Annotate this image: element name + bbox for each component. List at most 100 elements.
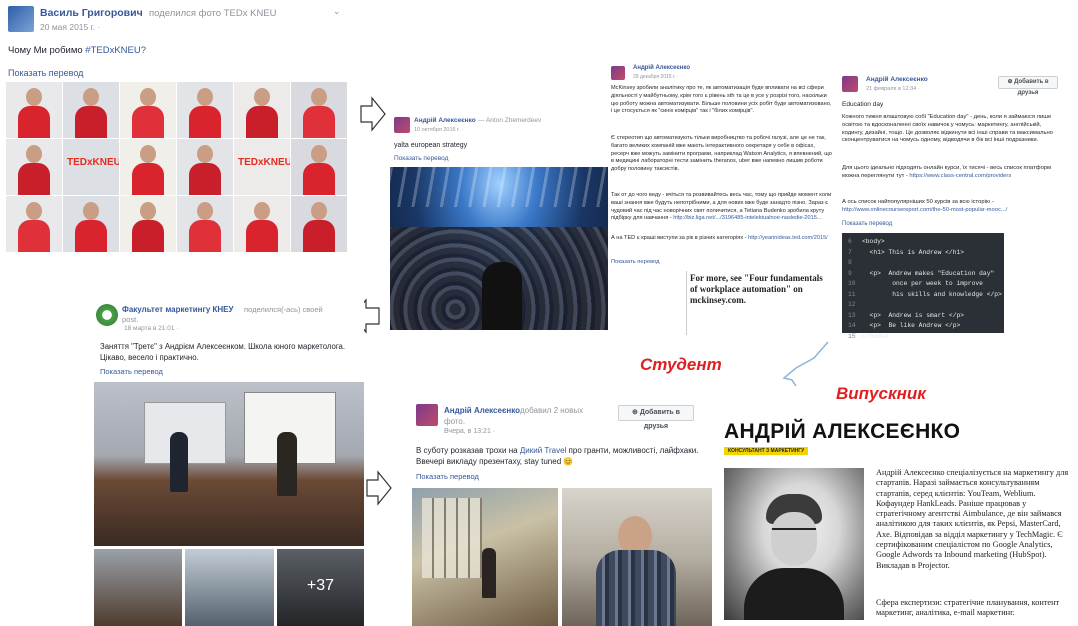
post-author[interactable]: Андрій Алексеєнко <box>633 65 690 71</box>
photo-tile[interactable] <box>177 196 233 252</box>
label-student: Студент <box>640 355 722 374</box>
code-image[interactable]: 6 <body> 7 <h1> This is Andrew </h1> 8 9 <p>… <box>842 233 1004 338</box>
photo-grid: TEDxKNEU TEDxKNEU <box>6 82 347 252</box>
photo-tile[interactable] <box>234 82 290 138</box>
avatar[interactable] <box>8 6 34 32</box>
label-graduate: Випускник <box>836 384 926 403</box>
person-body <box>132 220 164 252</box>
person-head <box>140 145 156 163</box>
post-link[interactable]: http://biz.liga.net/.../3196485-intelekt… <box>673 215 821 221</box>
translate-link[interactable]: Показать перевод <box>100 367 163 376</box>
add-friend-button[interactable]: ⊕ Добавить в друзья <box>618 405 694 430</box>
person-head <box>197 202 213 220</box>
post-text: Заняття "Третє" з Андрієм Алексеєнком. Ш… <box>100 342 346 362</box>
avatar[interactable] <box>611 66 625 80</box>
post-date[interactable]: 10 октября 2015 г. · <box>414 127 463 133</box>
person-body <box>303 163 335 195</box>
post-paragraph-3: Так от до чого веду - вчіться та розвива… <box>611 192 833 223</box>
code-line-text: his skills and knowledge </p> <box>862 290 1002 298</box>
code-line-text: <h1> This is Andrew </h1> <box>862 248 965 256</box>
mention-link[interactable]: Дикий Travel <box>520 446 566 455</box>
person-body <box>246 106 278 138</box>
code-line-number: 11 <box>848 290 856 298</box>
more-photos-count[interactable]: +37 <box>277 577 364 595</box>
photo-tile[interactable] <box>291 196 347 252</box>
post-author[interactable]: Андрій Алексеєнко <box>866 76 928 83</box>
post-title: Education day <box>842 101 884 108</box>
code-line-text: <body> <box>862 238 885 245</box>
post-link[interactable]: https://www.class-central.com/providers <box>909 173 1011 179</box>
classroom-photo-2[interactable] <box>94 549 182 626</box>
code-line: 15 </body> <box>848 332 1000 339</box>
person-head <box>140 88 156 106</box>
translate-link[interactable]: Показать перевод <box>8 68 83 78</box>
photo-tile[interactable] <box>6 139 62 195</box>
photo-presenter-2 <box>277 432 297 496</box>
photo-tile[interactable]: TEDxKNEU <box>234 139 290 195</box>
photo-tile[interactable] <box>234 196 290 252</box>
post-action[interactable]: — Anton Zhemerdeev <box>478 117 541 124</box>
photo-tile[interactable] <box>291 82 347 138</box>
person-body <box>18 163 50 195</box>
person-head <box>26 145 42 163</box>
avatar[interactable] <box>842 76 858 92</box>
post-author[interactable]: Андрій Алексеєнко <box>414 117 476 124</box>
post-date[interactable]: 18 марта в 21:01 · <box>124 325 178 332</box>
code-line-number: 10 <box>848 280 856 287</box>
photo-tile[interactable] <box>120 196 176 252</box>
photo-tile[interactable]: TEDxKNEU <box>63 139 119 195</box>
post-author[interactable]: Андрій Алексеєнко <box>444 406 520 415</box>
photo-tile[interactable] <box>6 82 62 138</box>
chevron-down-icon[interactable]: ⌄ <box>333 6 341 17</box>
photo-tile[interactable] <box>6 196 62 252</box>
talk-photo-1[interactable] <box>412 488 558 626</box>
avatar[interactable] <box>394 117 410 133</box>
translate-link[interactable]: Показать перевод <box>394 155 448 162</box>
classroom-photo-3[interactable] <box>185 549 274 626</box>
person-head <box>83 202 99 220</box>
post-paragraph-4: А на TED є краші виступи за рік в різних… <box>611 235 833 243</box>
photo-tile[interactable] <box>120 82 176 138</box>
person-body <box>303 220 335 252</box>
post-paragraph-3: А ось список найпопулярніших 50 курсів з… <box>842 199 1057 215</box>
classroom-photo-4[interactable]: +37 <box>277 549 364 626</box>
post-date[interactable]: 21 февраля в 12:34 · <box>866 86 920 92</box>
post-date[interactable]: Вчера, в 13:21 · <box>444 428 495 435</box>
post-author[interactable]: Василь Григорович <box>40 7 143 19</box>
arrow-right-icon <box>366 470 392 506</box>
post-date[interactable]: 29 декабря 2015 г. · <box>633 74 679 80</box>
photo-presenter-1 <box>170 432 188 492</box>
translate-link[interactable]: Показать перевод <box>842 221 892 227</box>
photo-tile[interactable] <box>120 139 176 195</box>
translate-link[interactable]: Показать перевод <box>416 472 479 481</box>
person-head <box>83 88 99 106</box>
post-paragraph-1: McKinsey зробили аналітику про те, як ав… <box>611 85 832 115</box>
person-head <box>197 145 213 163</box>
code-line-number: 6 <box>848 238 852 245</box>
photo-window-light <box>422 498 482 578</box>
hashtag-link[interactable]: #TEDxKNEU? <box>85 45 146 56</box>
classroom-photo-main[interactable] <box>94 382 364 546</box>
photo-tile[interactable] <box>63 82 119 138</box>
event-crowd-photo[interactable] <box>390 167 608 330</box>
person-head <box>26 202 42 220</box>
post-link[interactable]: http://www.onlinecoursereport.com/the-50… <box>842 207 1007 213</box>
photo-tile[interactable] <box>177 82 233 138</box>
photo-tile[interactable] <box>291 139 347 195</box>
code-line: 14 <p> Be like Andrew </p> <box>848 321 1000 332</box>
code-line: 12 <box>848 300 1000 311</box>
article-preview[interactable]: For more, see "Four fundamentals of work… <box>686 271 836 335</box>
post-link[interactable]: http://yearinideas.ted.com/2015/ <box>748 235 828 241</box>
translate-link[interactable]: Показать перевод <box>611 259 660 265</box>
profile-name: АНДРІЙ АЛЕКСЕЄНКО <box>724 420 961 443</box>
photo-tile[interactable] <box>63 196 119 252</box>
post-tedx-photos: Василь Григорович поделился фото TEDx KN… <box>0 0 350 252</box>
avatar[interactable] <box>416 404 438 426</box>
post-author[interactable]: Факультет маркетингу КНЕУ <box>122 305 233 314</box>
post-date[interactable]: 20 мая 2015 г. · <box>40 22 100 32</box>
add-friend-button[interactable]: ⊕ Добавить в друзья <box>998 76 1058 96</box>
avatar[interactable] <box>96 304 118 326</box>
code-line-text: once per week to improve <box>862 280 983 287</box>
talk-photo-2[interactable] <box>562 488 712 626</box>
photo-tile[interactable] <box>177 139 233 195</box>
